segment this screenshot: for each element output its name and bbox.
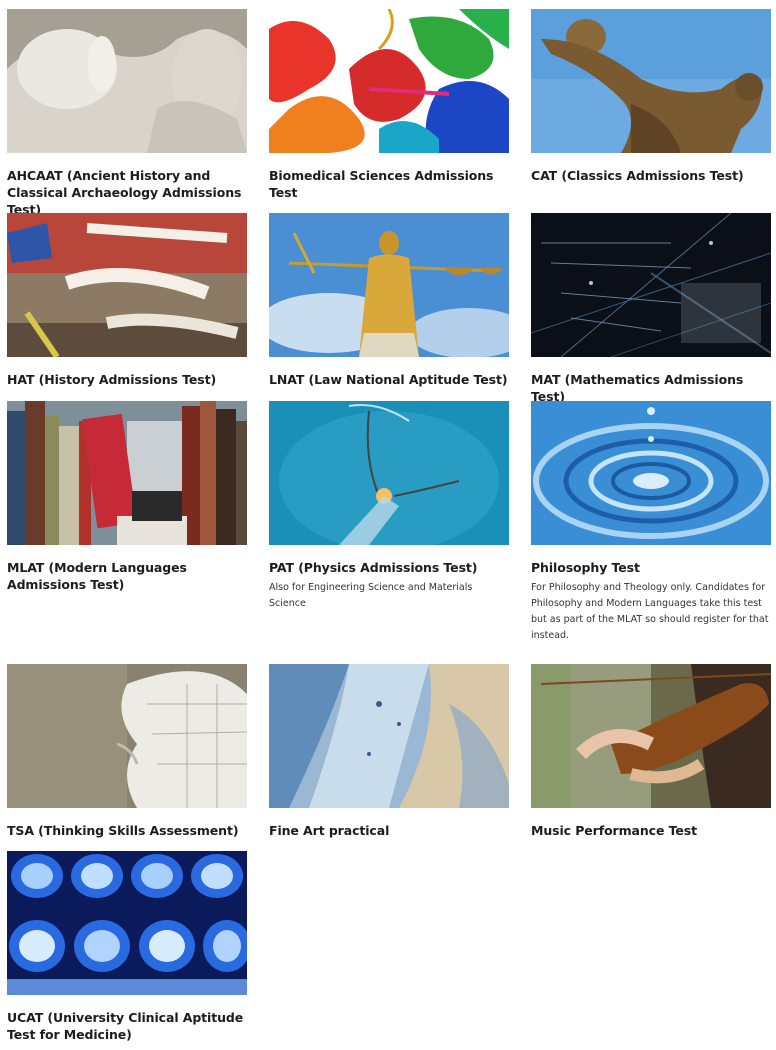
- course-card-lnat[interactable]: LNAT (Law National Aptitude Test): [269, 213, 509, 388]
- course-title[interactable]: Biomedical Sciences Admissions Test: [269, 167, 509, 201]
- course-title[interactable]: CAT (Classics Admissions Test): [531, 167, 771, 184]
- course-card-ahcaat[interactable]: AHCAAT (Ancient History and Classical Ar…: [7, 9, 247, 218]
- course-card-ucat[interactable]: UCAT (University Clinical Aptitude Test …: [7, 851, 247, 1043]
- course-card-mlat[interactable]: MLAT (Modern Languages Admissions Test): [7, 401, 247, 593]
- math-equations-image[interactable]: [531, 213, 771, 357]
- lightbulb-filament-image[interactable]: [269, 401, 509, 545]
- course-card-music[interactable]: Music Performance Test: [531, 664, 771, 839]
- brain-scan-image[interactable]: [7, 851, 247, 995]
- course-title[interactable]: MAT (Mathematics Admissions Test): [531, 371, 771, 405]
- course-card-cat[interactable]: CAT (Classics Admissions Test): [531, 9, 771, 184]
- course-card-mat[interactable]: MAT (Mathematics Admissions Test): [531, 213, 771, 405]
- course-card-biomedical[interactable]: Biomedical Sciences Admissions Test: [269, 9, 509, 201]
- discus-thrower-image[interactable]: [531, 9, 771, 153]
- course-description: Also for Engineering Science and Materia…: [269, 582, 473, 609]
- berlin-graffiti-image[interactable]: [7, 213, 247, 357]
- water-ripple-image[interactable]: [531, 401, 771, 545]
- books-shelf-image[interactable]: [7, 401, 247, 545]
- course-card-pat[interactable]: PAT (Physics Admissions Test) Also for E…: [269, 401, 509, 612]
- violin-player-image[interactable]: [531, 664, 771, 808]
- protein-ribbon-image[interactable]: [269, 9, 509, 153]
- course-card-tsa[interactable]: TSA (Thinking Skills Assessment): [7, 664, 247, 839]
- course-card-fine-art[interactable]: Fine Art practical: [269, 664, 509, 839]
- lady-justice-image[interactable]: [269, 213, 509, 357]
- course-title[interactable]: PAT (Physics Admissions Test): [269, 559, 509, 576]
- course-title[interactable]: Music Performance Test: [531, 822, 771, 839]
- course-title[interactable]: MLAT (Modern Languages Admissions Test): [7, 559, 247, 593]
- course-title[interactable]: HAT (History Admissions Test): [7, 371, 247, 388]
- course-title[interactable]: LNAT (Law National Aptitude Test): [269, 371, 509, 388]
- course-title[interactable]: AHCAAT (Ancient History and Classical Ar…: [7, 167, 247, 218]
- phrenology-head-image[interactable]: [7, 664, 247, 808]
- course-title[interactable]: UCAT (University Clinical Aptitude Test …: [7, 1009, 247, 1043]
- course-title[interactable]: Fine Art practical: [269, 822, 509, 839]
- course-card-philosophy[interactable]: Philosophy Test For Philosophy and Theol…: [531, 401, 771, 644]
- classical-statue-image[interactable]: [7, 9, 247, 153]
- course-card-hat[interactable]: HAT (History Admissions Test): [7, 213, 247, 388]
- course-title[interactable]: Philosophy Test: [531, 559, 771, 576]
- abstract-paint-image[interactable]: [269, 664, 509, 808]
- course-description: For Philosophy and Theology only. Candid…: [531, 582, 769, 641]
- course-title[interactable]: TSA (Thinking Skills Assessment): [7, 822, 247, 839]
